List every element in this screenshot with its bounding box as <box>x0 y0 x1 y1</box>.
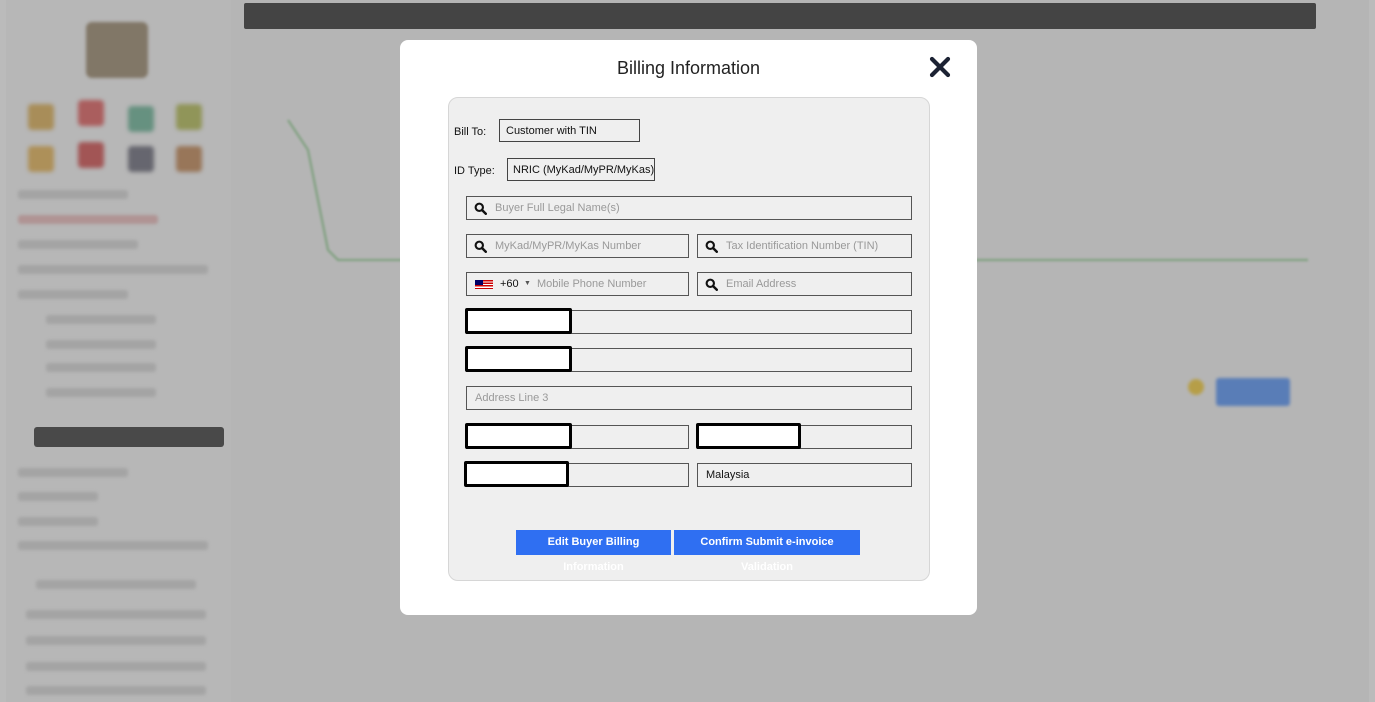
tin-field[interactable]: Tax Identification Number (TIN) <box>697 234 912 258</box>
phone-field[interactable]: +60 ▼ Mobile Phone Number <box>466 272 689 296</box>
billing-form-panel: Bill To: Customer with TIN ID Type: NRIC… <box>448 97 930 581</box>
search-icon <box>474 202 487 215</box>
redacted-block <box>465 346 572 372</box>
id-type-label: ID Type: <box>454 165 495 177</box>
email-field[interactable]: Email Address <box>697 272 912 296</box>
search-icon <box>705 240 718 253</box>
billing-modal: Billing Information Bill To: Customer wi… <box>400 40 977 615</box>
redacted-block <box>464 461 569 487</box>
close-button[interactable] <box>928 55 952 79</box>
redacted-block <box>696 423 801 449</box>
address-line-3-placeholder: Address Line 3 <box>475 392 549 404</box>
search-icon <box>705 278 718 291</box>
country-value: Malaysia <box>706 469 750 481</box>
address-line-1-field[interactable] <box>465 308 912 334</box>
phone-placeholder: Mobile Phone Number <box>537 278 647 290</box>
country-field[interactable]: Malaysia <box>697 463 912 487</box>
redacted-block <box>465 308 572 334</box>
id-type-value: NRIC (MyKad/MyPR/MyKas) <box>507 158 655 181</box>
redacted-block <box>465 423 572 449</box>
address-line-3-field[interactable]: Address Line 3 <box>466 386 912 410</box>
buyer-name-field[interactable]: Buyer Full Legal Name(s) <box>466 196 912 220</box>
edit-billing-button[interactable]: Edit Buyer Billing Information <box>516 530 671 573</box>
city-field[interactable] <box>696 423 912 449</box>
id-number-field[interactable]: MyKad/MyPR/MyKas Number <box>466 234 689 258</box>
modal-title: Billing Information <box>616 58 761 78</box>
bill-to-value: Customer with TIN <box>499 119 640 142</box>
phone-country-code[interactable]: +60 <box>500 273 519 295</box>
id-number-placeholder: MyKad/MyPR/MyKas Number <box>495 240 642 252</box>
bill-to-label: Bill To: <box>454 126 487 138</box>
malaysia-flag-icon[interactable] <box>475 280 493 289</box>
close-icon <box>929 56 951 78</box>
postcode-field[interactable] <box>465 423 689 449</box>
state-field[interactable] <box>464 461 689 487</box>
chevron-down-icon[interactable]: ▼ <box>524 273 531 295</box>
confirm-submit-button[interactable]: Confirm Submit e-invoice Validation <box>674 530 860 573</box>
email-placeholder: Email Address <box>726 278 797 290</box>
tin-placeholder: Tax Identification Number (TIN) <box>726 240 879 252</box>
address-line-2-field[interactable] <box>465 346 912 372</box>
search-icon <box>474 240 487 253</box>
buyer-name-placeholder: Buyer Full Legal Name(s) <box>495 202 620 214</box>
